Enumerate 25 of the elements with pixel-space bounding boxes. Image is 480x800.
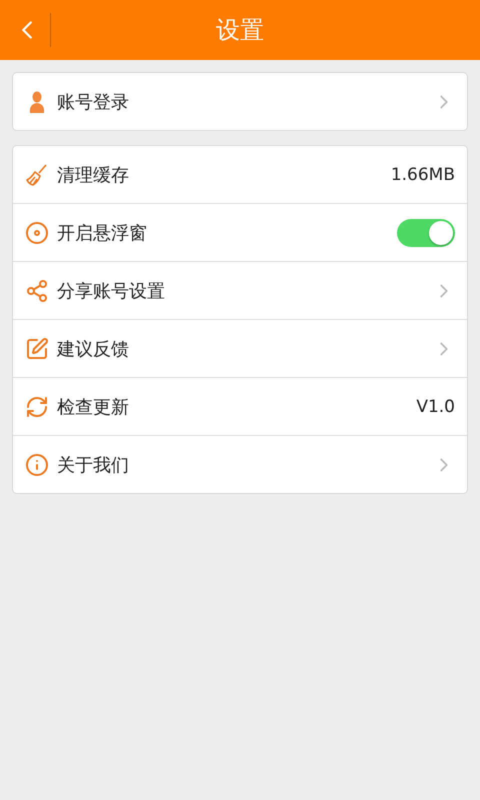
toggle-switch[interactable] xyxy=(397,218,455,246)
edit-icon xyxy=(25,336,49,360)
broom-icon xyxy=(25,162,49,186)
settings-row[interactable]: 检查更新 V1.0 xyxy=(13,377,467,435)
settings-row[interactable]: 清理缓存 1.66MB xyxy=(13,146,467,203)
row-value: 1.66MB xyxy=(390,164,455,184)
row-label: 关于我们 xyxy=(57,454,130,476)
info-icon xyxy=(25,452,49,476)
page-title: 设置 xyxy=(215,15,265,46)
share-icon xyxy=(25,278,49,302)
settings-row[interactable]: 账号登录 xyxy=(13,73,467,130)
row-label: 分享账号设置 xyxy=(57,280,166,302)
person-icon xyxy=(29,90,45,112)
settings-row[interactable]: 分享账号设置 xyxy=(13,261,467,319)
row-label: 清理缓存 xyxy=(57,164,130,186)
row-value: V1.0 xyxy=(416,396,455,416)
settings-row[interactable]: 建议反馈 xyxy=(13,319,467,377)
disc-icon xyxy=(25,220,49,244)
row-label: 账号登录 xyxy=(57,90,130,114)
row-label: 建议反馈 xyxy=(57,338,130,360)
settings-row[interactable]: 关于我们 xyxy=(13,435,467,493)
row-label: 开启悬浮窗 xyxy=(57,222,148,244)
settings-row[interactable]: 开启悬浮窗 xyxy=(13,203,467,261)
refresh-icon xyxy=(25,394,49,418)
row-label: 检查更新 xyxy=(57,396,130,418)
